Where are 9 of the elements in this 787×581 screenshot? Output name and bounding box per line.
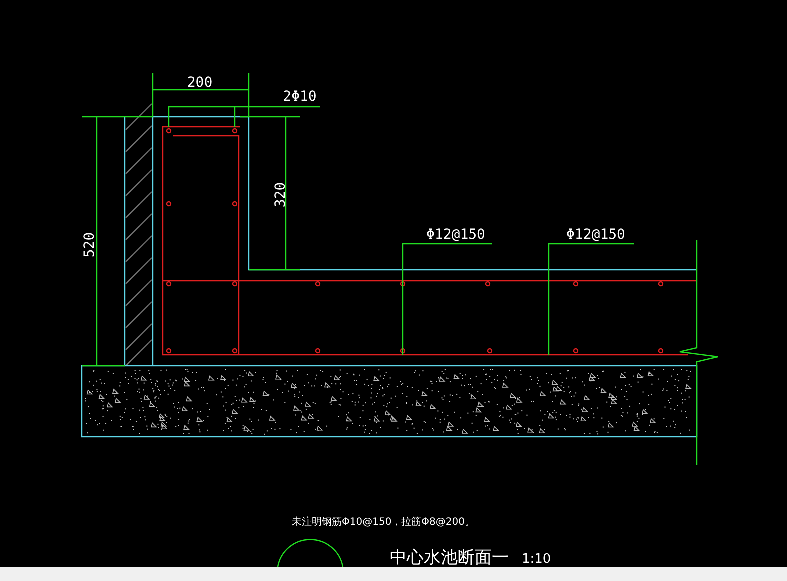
dimension-label: 200 bbox=[187, 75, 213, 91]
dimension-label: 520 bbox=[82, 232, 98, 258]
rebar-label: Φ12@150 bbox=[566, 227, 626, 243]
note-text: 未注明钢筋Φ10@150，拉筋Φ8@200。 bbox=[292, 517, 476, 528]
rebar-label: 2Φ10 bbox=[283, 89, 317, 105]
section-title: 中心水池断面一 bbox=[390, 548, 509, 567]
scale-label: 1:10 bbox=[522, 552, 552, 567]
rebar-label: Φ12@150 bbox=[426, 227, 486, 243]
dimension-label: 320 bbox=[273, 182, 289, 208]
